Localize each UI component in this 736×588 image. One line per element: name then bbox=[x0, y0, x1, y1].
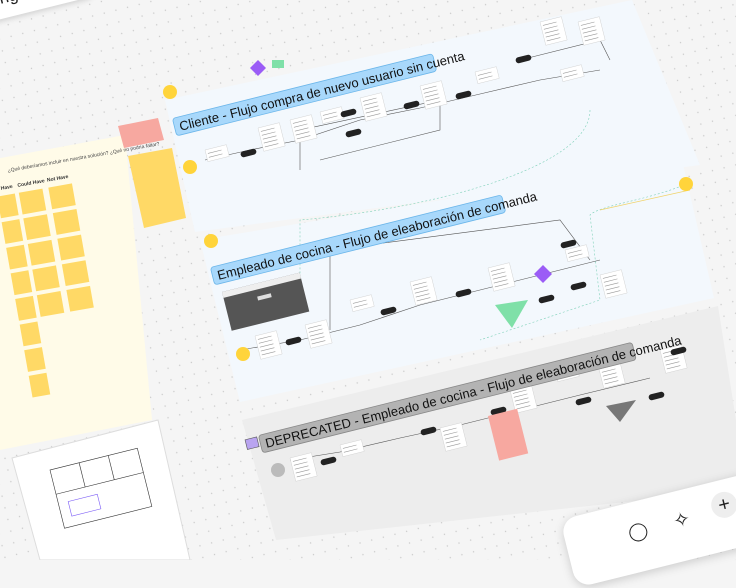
sticky-note[interactable] bbox=[48, 183, 76, 210]
start-circle bbox=[204, 234, 218, 248]
start-circle bbox=[183, 160, 197, 174]
start-circle bbox=[163, 85, 177, 99]
add-icon[interactable]: + bbox=[708, 489, 736, 521]
sticky-note[interactable] bbox=[19, 321, 42, 347]
shape-circle-icon[interactable] bbox=[623, 517, 655, 549]
sticky-note[interactable] bbox=[10, 270, 33, 296]
board-canvas[interactable]: ¿Qué deberíamos incluir en nuestra soluc… bbox=[0, 0, 736, 560]
start-circle bbox=[236, 347, 250, 361]
sticky-note[interactable] bbox=[27, 239, 56, 266]
start-circle bbox=[679, 177, 693, 191]
sticky-note[interactable] bbox=[36, 291, 65, 317]
sticky-note[interactable] bbox=[1, 219, 24, 244]
sticky-note[interactable] bbox=[18, 188, 47, 215]
sticky-note[interactable] bbox=[28, 372, 51, 398]
ai-sparkle-icon[interactable]: ✧ bbox=[666, 504, 698, 536]
sticky-note[interactable] bbox=[66, 285, 94, 312]
note-green bbox=[272, 60, 284, 68]
sticky-note[interactable] bbox=[24, 347, 46, 372]
sticky-note[interactable] bbox=[57, 234, 85, 261]
sticky-note[interactable] bbox=[61, 260, 90, 287]
sticky-note[interactable] bbox=[23, 214, 51, 241]
start-circle bbox=[271, 463, 285, 477]
sticky-note[interactable] bbox=[6, 244, 28, 270]
sticky-note[interactable] bbox=[32, 265, 60, 292]
sticky-note[interactable] bbox=[15, 295, 37, 321]
sticky-note[interactable] bbox=[52, 209, 81, 235]
